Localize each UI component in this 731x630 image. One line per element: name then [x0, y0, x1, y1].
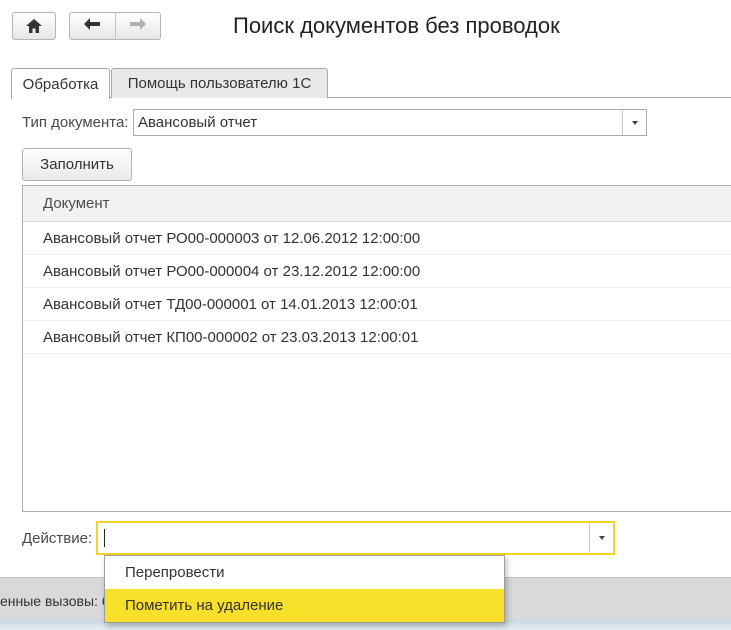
action-label: Действие: — [22, 530, 93, 547]
text-cursor — [104, 529, 105, 547]
chevron-down-icon — [598, 536, 605, 540]
table-row[interactable]: Авансовый отчет РО00-000003 от 12.06.201… — [23, 222, 731, 255]
doc-type-field[interactable]: Авансовый отчет — [133, 109, 647, 136]
fill-button[interactable]: Заполнить — [22, 148, 132, 181]
action-dropdown-list: Перепровести Пометить на удаление — [104, 555, 505, 623]
back-button[interactable] — [70, 13, 115, 39]
action-field[interactable] — [96, 521, 615, 555]
table-row[interactable]: Авансовый отчет РО00-000004 от 23.12.201… — [23, 255, 731, 288]
column-header-document[interactable]: Документ — [23, 186, 731, 222]
page-title: Поиск документов без проводок — [233, 13, 560, 38]
tab-user-help[interactable]: Помощь пользователю 1С — [111, 68, 328, 98]
table-row[interactable]: Авансовый отчет КП00-000002 от 23.03.201… — [23, 321, 731, 354]
chevron-down-icon — [631, 120, 638, 125]
table-row[interactable]: Авансовый отчет ТД00-000001 от 14.01.201… — [23, 288, 731, 321]
status-text: енные вызовы: 6 — [0, 593, 110, 609]
doc-type-dropdown-button[interactable] — [622, 110, 646, 135]
action-dropdown-button[interactable] — [589, 523, 613, 553]
documents-table: Документ Авансовый отчет РО00-000003 от … — [22, 185, 731, 512]
doc-type-value: Авансовый отчет — [138, 114, 258, 131]
tab-processing[interactable]: Обработка — [11, 68, 110, 99]
arrow-left-icon — [84, 17, 101, 35]
history-navigation — [69, 12, 161, 40]
arrow-right-icon — [129, 17, 146, 35]
doc-type-label: Тип документа: — [22, 114, 129, 131]
forward-button[interactable] — [114, 13, 161, 39]
home-icon — [26, 19, 42, 33]
home-button[interactable] — [12, 12, 56, 40]
dropdown-option-mark-for-deletion[interactable]: Пометить на удаление — [105, 589, 504, 622]
dropdown-option-repost[interactable]: Перепровести — [105, 556, 504, 589]
